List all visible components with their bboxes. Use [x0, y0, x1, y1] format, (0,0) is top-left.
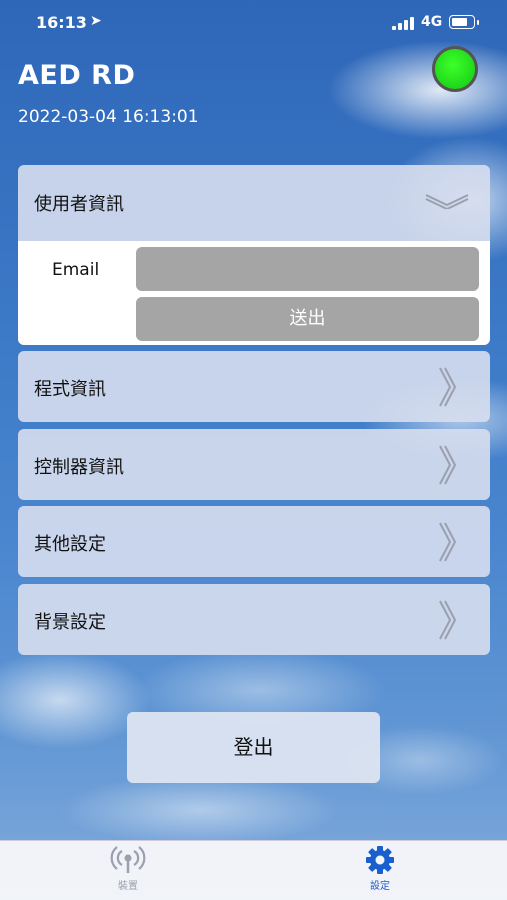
battery-icon [449, 15, 479, 29]
status-bar: 16:13 ➤ 4G [0, 0, 507, 46]
tab-settings-label: 設定 [370, 881, 390, 892]
email-field[interactable] [136, 247, 479, 291]
chevron-right-icon [439, 367, 457, 407]
connection-status-indicator [432, 46, 478, 92]
email-label: Email [52, 260, 100, 280]
tab-devices[interactable]: 裝置 [68, 841, 188, 900]
menu-item-controller-info[interactable]: 控制器資訊 [18, 429, 490, 500]
menu-item-background-settings[interactable]: 背景設定 [18, 584, 490, 655]
menu-item-program-info[interactable]: 程式資訊 [18, 351, 490, 422]
chevron-down-icon [425, 194, 469, 209]
menu-item-label: 背景設定 [34, 612, 106, 633]
status-time: 16:13 [36, 13, 87, 32]
location-icon: ➤ [90, 13, 102, 29]
network-type: 4G [421, 14, 443, 30]
tab-settings[interactable]: 設定 [320, 841, 440, 900]
chevron-right-icon [439, 600, 457, 640]
antenna-icon [110, 846, 146, 873]
tab-devices-label: 裝置 [118, 881, 138, 892]
gear-icon [366, 846, 394, 874]
user-info-title: 使用者資訊 [34, 194, 124, 215]
cellular-signal-icon [392, 16, 414, 30]
menu-item-label: 其他設定 [34, 534, 106, 555]
menu-item-other-settings[interactable]: 其他設定 [18, 506, 490, 577]
submit-button[interactable]: 送出 [136, 297, 479, 341]
app-title: AED RD [18, 60, 136, 91]
chevron-right-icon [439, 522, 457, 562]
menu-item-label: 控制器資訊 [34, 457, 124, 478]
user-info-panel: Email 送出 [18, 241, 490, 345]
logout-button[interactable]: 登出 [127, 712, 380, 783]
app-screen: 16:13 ➤ 4G AED RD 2022-03-04 16:13:01 使用… [0, 0, 507, 900]
chevron-right-icon [439, 445, 457, 485]
menu-item-label: 程式資訊 [34, 379, 106, 400]
current-datetime: 2022-03-04 16:13:01 [18, 107, 199, 127]
tab-bar: 裝置 設定 [0, 840, 507, 900]
user-info-header[interactable]: 使用者資訊 [18, 165, 490, 242]
